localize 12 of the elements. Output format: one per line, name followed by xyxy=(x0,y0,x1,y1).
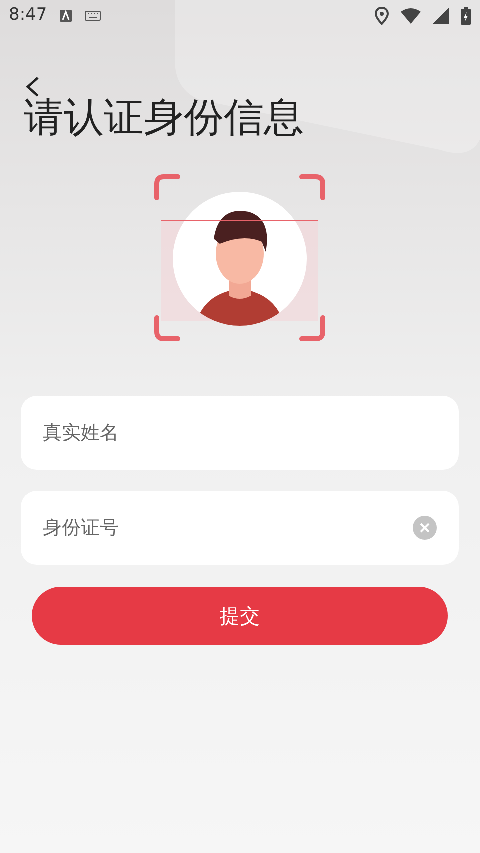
signal-icon xyxy=(433,8,449,24)
input-field[interactable]: 身份证号 xyxy=(21,491,459,565)
location-icon xyxy=(375,7,389,25)
input-field[interactable]: 真实姓名 xyxy=(21,396,459,470)
keyboard-icon xyxy=(85,11,102,21)
submit-button[interactable]: 提交 xyxy=(32,587,448,645)
status-time: 8:47 xyxy=(9,4,48,28)
page-title: 请认证身份信息 xyxy=(24,96,305,140)
back-icon[interactable] xyxy=(24,76,40,98)
wifi-icon xyxy=(401,8,421,24)
font-icon xyxy=(59,9,74,23)
battery-icon xyxy=(461,7,471,25)
